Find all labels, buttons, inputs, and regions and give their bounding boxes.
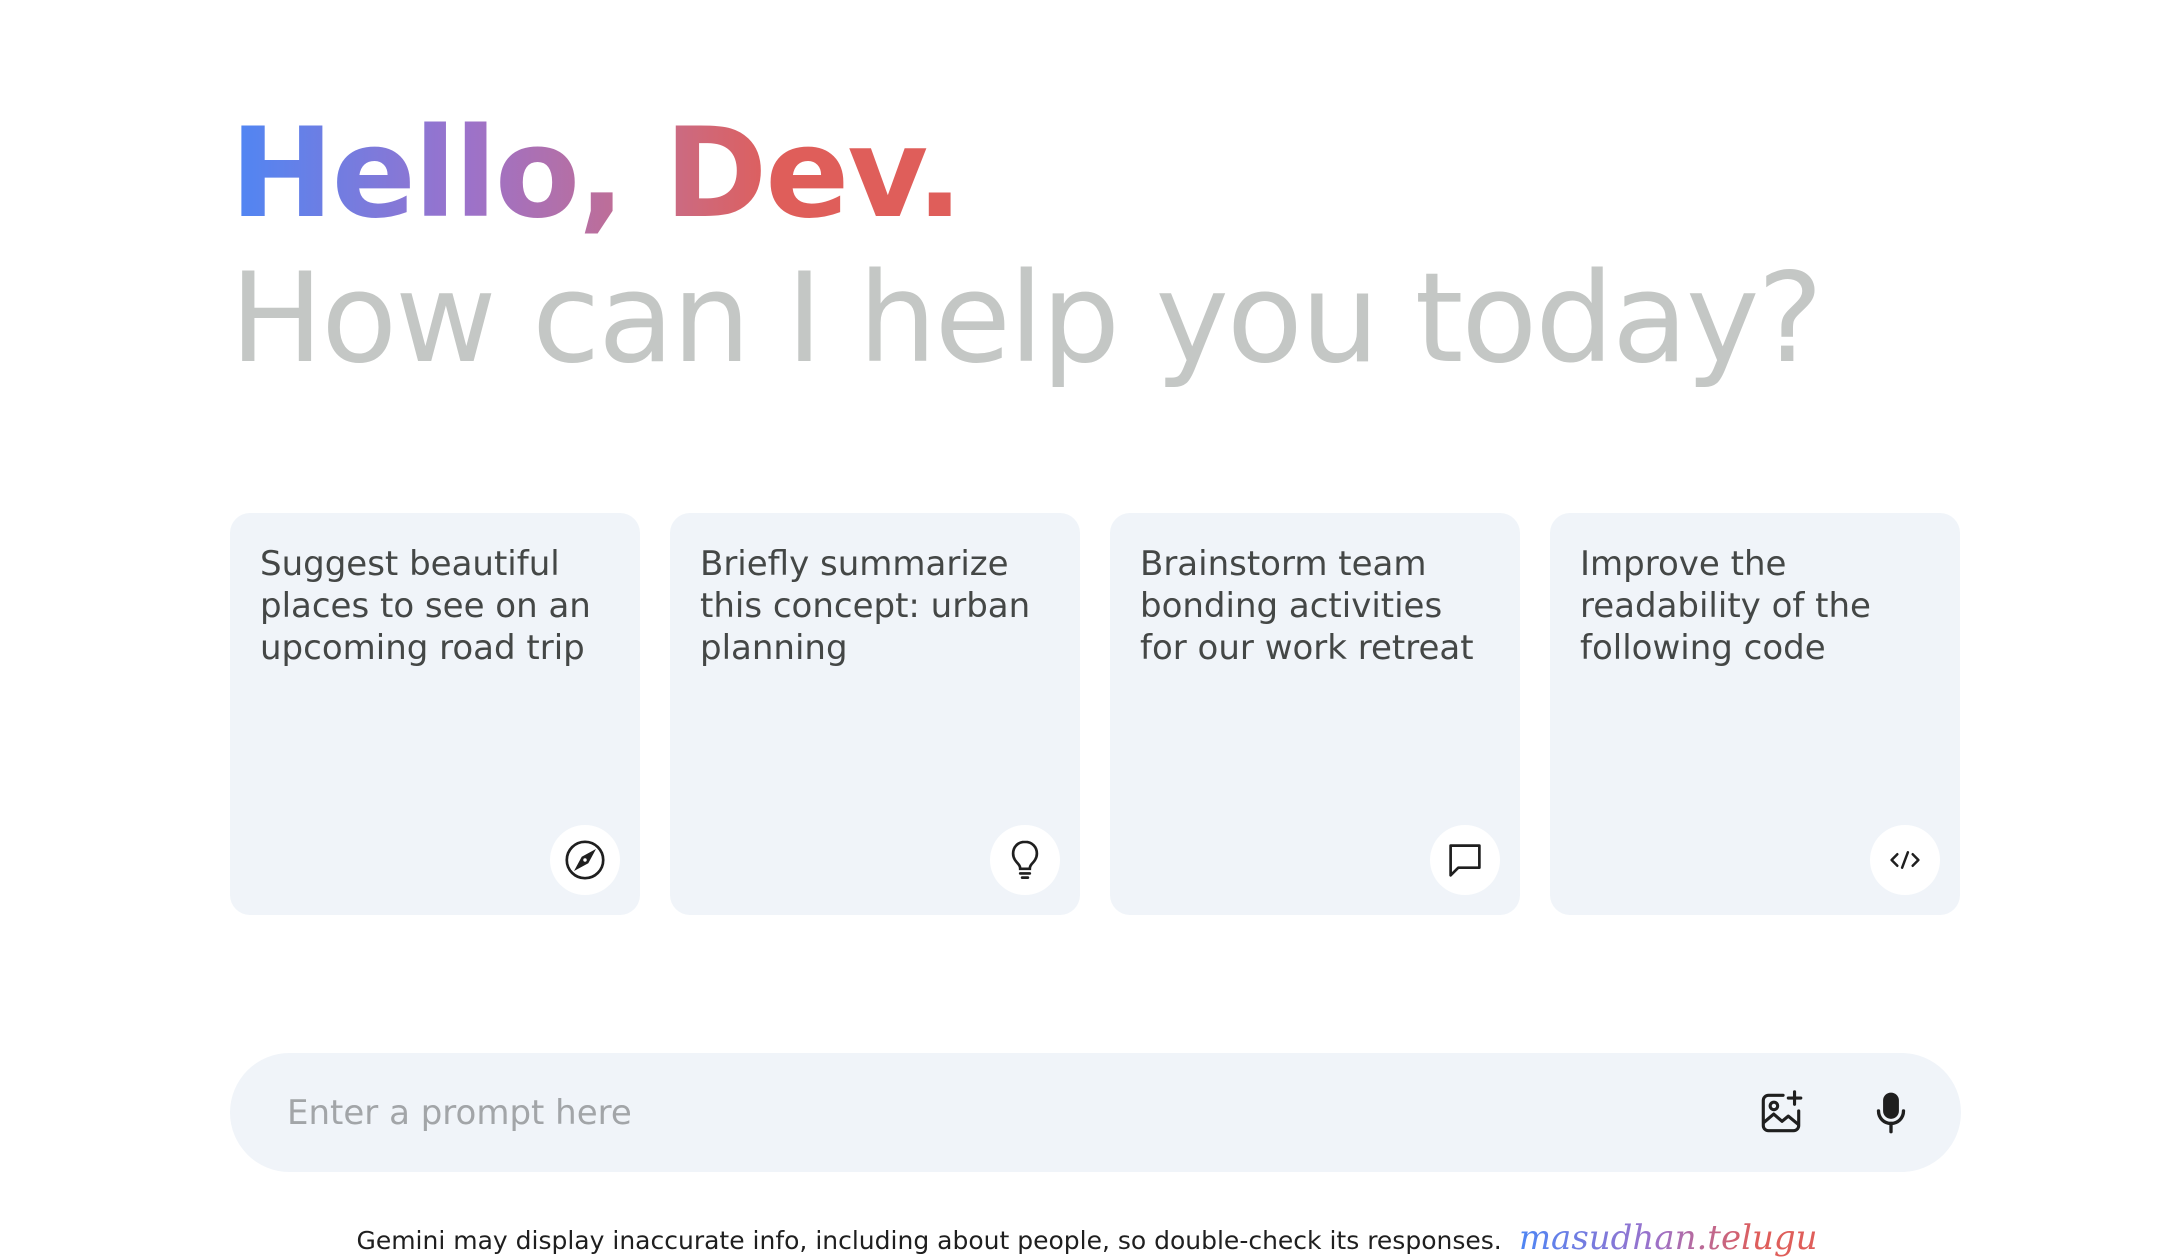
suggestion-card-road-trip[interactable]: Suggest beautiful places to see on an up… bbox=[230, 513, 640, 915]
card-text: Briefly summarize this concept: urban pl… bbox=[700, 544, 1031, 668]
message-icon bbox=[1430, 825, 1500, 895]
suggestion-cards: Suggest beautiful places to see on an up… bbox=[230, 513, 1960, 915]
add-image-button[interactable] bbox=[1751, 1083, 1811, 1143]
card-text: Improve the readability of the following… bbox=[1580, 544, 1871, 668]
footer: Gemini may display inaccurate info, incl… bbox=[0, 1218, 2174, 1258]
card-text: Suggest beautiful places to see on an up… bbox=[260, 544, 591, 668]
compass-icon bbox=[550, 825, 620, 895]
microphone-icon bbox=[1876, 1092, 1906, 1133]
greeting-title: Hello, Dev. bbox=[230, 100, 963, 249]
card-text: Brainstorm team bonding activities for o… bbox=[1140, 544, 1474, 668]
suggestion-card-urban-planning[interactable]: Briefly summarize this concept: urban pl… bbox=[670, 513, 1080, 915]
lightbulb-icon bbox=[990, 825, 1060, 895]
prompt-bar bbox=[230, 1053, 1961, 1172]
suggestion-card-code-readability[interactable]: Improve the readability of the following… bbox=[1550, 513, 1960, 915]
disclaimer-text: Gemini may display inaccurate info, incl… bbox=[356, 1226, 1502, 1255]
prompt-actions bbox=[1751, 1083, 1921, 1143]
code-icon bbox=[1870, 825, 1940, 895]
watermark: masudhan.telugu bbox=[1518, 1218, 1818, 1258]
suggestion-card-team-bonding[interactable]: Brainstorm team bonding activities for o… bbox=[1110, 513, 1520, 915]
add-image-icon bbox=[1761, 1089, 1803, 1132]
microphone-button[interactable] bbox=[1861, 1083, 1921, 1143]
greeting-subtitle: How can I help you today? bbox=[230, 247, 1823, 391]
prompt-input[interactable] bbox=[285, 1091, 1751, 1134]
